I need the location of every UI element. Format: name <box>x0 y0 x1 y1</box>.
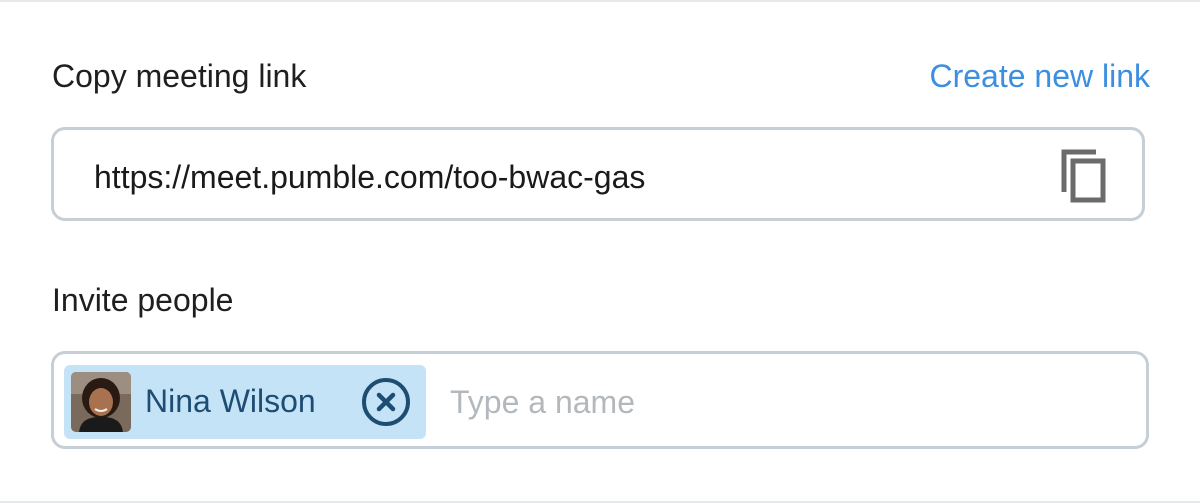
close-circle-icon <box>362 378 410 426</box>
meeting-link-field[interactable]: https://meet.pumble.com/too-bwac-gas <box>51 127 1145 221</box>
avatar <box>71 372 131 432</box>
invite-people-field[interactable]: Nina Wilson <box>51 351 1149 449</box>
invitee-name: Nina Wilson <box>145 383 316 419</box>
remove-invitee-button[interactable] <box>361 377 411 427</box>
invite-people-label: Invite people <box>52 282 234 318</box>
create-new-link-button[interactable]: Create new link <box>929 60 1150 92</box>
copy-meeting-link-label: Copy meeting link <box>52 58 307 94</box>
invitee-chip: Nina Wilson <box>64 365 426 439</box>
copy-link-button[interactable] <box>1058 148 1114 204</box>
meeting-link-url: https://meet.pumble.com/too-bwac-gas <box>94 159 646 195</box>
name-search-input[interactable] <box>450 374 1090 430</box>
top-divider <box>0 0 1200 2</box>
copy-icon <box>1061 149 1106 203</box>
